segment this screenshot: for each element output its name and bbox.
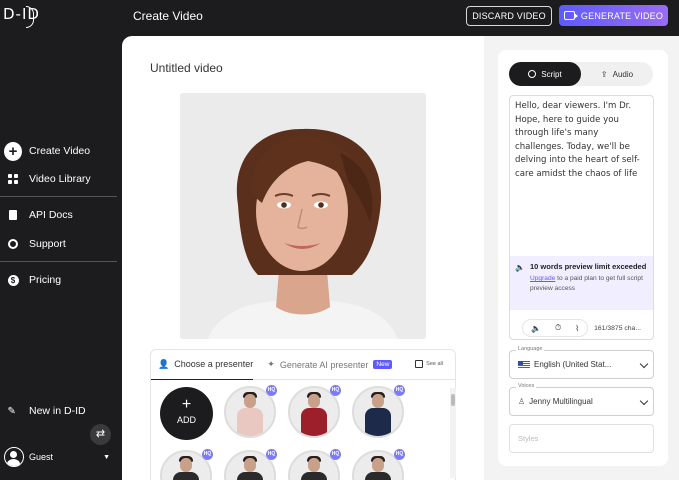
sidebar-item-label: New in D-ID <box>29 405 86 417</box>
document-icon <box>9 210 17 220</box>
sidebar-item-create-video[interactable]: + Create Video <box>0 140 122 162</box>
support-icon <box>8 239 18 249</box>
sidebar-item-pricing[interactable]: $ Pricing <box>0 269 122 291</box>
tab-label: Audio <box>612 69 634 79</box>
dollar-icon: $ <box>7 274 19 286</box>
hq-badge: HQ <box>394 449 405 460</box>
hq-badge: HQ <box>330 449 341 460</box>
tab-label: Generate AI presenter <box>279 359 369 370</box>
generate-video-label: GENERATE VIDEO <box>580 10 664 21</box>
preview-limit-notice: 🔈 10 words preview limit exceeded Upgrad… <box>510 256 653 310</box>
tab-choose-presenter[interactable]: 👤 Choose a presenter <box>151 350 254 380</box>
sidebar-item-label: Pricing <box>29 274 62 286</box>
hq-badge: HQ <box>266 449 277 460</box>
main-panel: Untitled video 👤 Choose a presenter ✦ Ge… <box>122 36 484 480</box>
presenter-preview-image <box>180 93 426 339</box>
see-all-button[interactable]: See all <box>415 360 443 368</box>
sidebar-item-support[interactable]: Support <box>0 233 122 255</box>
speaker-icon[interactable]: 🔈 <box>531 324 541 333</box>
hq-badge: HQ <box>330 385 341 396</box>
script-text[interactable]: Hello, dear viewers. I'm Dr. Hope, here … <box>510 96 653 185</box>
presenter-tabs: 👤 Choose a presenter ✦ Generate AI prese… <box>151 350 455 380</box>
timer-icon[interactable]: ⏱ <box>555 323 561 333</box>
page-title: Create Video <box>133 9 203 23</box>
caret-down-icon: ▼ <box>103 453 110 461</box>
hq-badge: HQ <box>394 385 405 396</box>
pause-icon[interactable]: ⌇ <box>575 324 579 333</box>
switch-account-button[interactable]: ⇄ <box>90 424 111 445</box>
grid-icon <box>8 174 18 184</box>
sidebar-item-new-in-did[interactable]: ✎ New in D-ID <box>0 400 122 422</box>
language-label: Language <box>516 346 545 352</box>
plus-circle-icon: + <box>4 141 22 161</box>
logo[interactable]: D-ID <box>3 5 40 23</box>
tab-label: Choose a presenter <box>174 359 254 369</box>
top-bar: D-ID Create Video DISCARD VIDEO GENERATE… <box>0 0 679 36</box>
tab-label: Script <box>541 69 562 79</box>
chevron-down-icon <box>639 359 649 369</box>
script-card: Script ⇪ Audio Hello, dear viewers. I'm … <box>498 50 668 466</box>
hq-badge: HQ <box>266 385 277 396</box>
voices-select[interactable]: Voices ♙ Jenny Multilingual <box>509 383 654 416</box>
sidebar-item-label: API Docs <box>29 209 73 221</box>
sidebar-divider <box>0 261 117 262</box>
avatar <box>4 447 24 467</box>
presenter-portrait <box>180 93 426 339</box>
person-icon: 👤 <box>158 358 170 369</box>
presenter-grid: + ADD HQ HQ HQ HQ HQ HQ HQ <box>151 380 455 480</box>
tab-generate-ai-presenter[interactable]: ✦ Generate AI presenter New <box>253 350 393 380</box>
add-presenter-button[interactable]: + ADD <box>160 387 213 440</box>
language-select[interactable]: Language English (United Stat... <box>509 346 654 379</box>
add-label: ADD <box>176 415 196 425</box>
tab-audio[interactable]: ⇪ Audio <box>581 62 653 86</box>
voice-value: Jenny Multilingual <box>529 397 593 406</box>
language-value: English (United Stat... <box>534 360 612 369</box>
sidebar-item-label: Video Library <box>29 173 91 185</box>
sidebar: + Create Video Video Library API Docs Su… <box>0 36 122 480</box>
limit-description: Upgrade to a paid plan to get full scrip… <box>530 274 649 294</box>
hq-badge: HQ <box>202 449 213 460</box>
megaphone-icon: ✎ <box>7 405 16 417</box>
scrollbar-thumb[interactable] <box>451 394 455 406</box>
new-badge: New <box>373 360 393 369</box>
limit-title: 10 words preview limit exceeded <box>530 262 647 271</box>
script-toolbar: 🔈 ⏱ ⌇ 161/3875 cha... <box>510 316 653 339</box>
tab-script[interactable]: Script <box>509 62 581 86</box>
discard-video-button[interactable]: DISCARD VIDEO <box>466 6 552 26</box>
script-panel: Script ⇪ Audio Hello, dear viewers. I'm … <box>484 36 679 480</box>
voices-label: Voices <box>516 383 537 389</box>
sidebar-item-api-docs[interactable]: API Docs <box>0 204 122 226</box>
styles-placeholder: Styles <box>518 434 539 443</box>
generate-video-button[interactable]: GENERATE VIDEO <box>559 5 668 26</box>
user-menu[interactable]: Guest ▼ <box>4 446 116 468</box>
presenter-scrollbar[interactable] <box>450 388 456 478</box>
sidebar-divider <box>0 196 117 197</box>
sidebar-item-label: Create Video <box>29 145 91 157</box>
video-title[interactable]: Untitled video <box>150 61 223 75</box>
voice-icon: ♙ <box>518 397 526 406</box>
plus-icon: + <box>181 396 192 413</box>
script-audio-toggle: Script ⇪ Audio <box>509 62 653 86</box>
sidebar-item-label: Support <box>29 238 66 250</box>
presenter-picker: 👤 Choose a presenter ✦ Generate AI prese… <box>150 349 456 480</box>
video-camera-icon <box>563 11 578 20</box>
styles-select[interactable]: Styles <box>509 424 654 453</box>
us-flag-icon <box>518 360 530 369</box>
sparkle-icon: ✦ <box>267 359 275 369</box>
script-editor[interactable]: Hello, dear viewers. I'm Dr. Hope, here … <box>509 95 654 340</box>
logo-arc-icon <box>26 6 34 28</box>
user-name: Guest <box>29 452 54 462</box>
character-counter: 161/3875 cha... <box>594 324 641 332</box>
see-all-label: See all <box>426 361 443 367</box>
upload-icon: ⇪ <box>600 69 608 79</box>
script-icon <box>528 70 537 78</box>
expand-icon <box>415 360 424 368</box>
speaker-icon: 🔈 <box>515 263 525 272</box>
script-tool-group: 🔈 ⏱ ⌇ <box>522 319 589 337</box>
chevron-down-icon <box>639 396 649 406</box>
sidebar-item-video-library[interactable]: Video Library <box>0 168 122 190</box>
upgrade-link[interactable]: Upgrade <box>530 275 555 282</box>
